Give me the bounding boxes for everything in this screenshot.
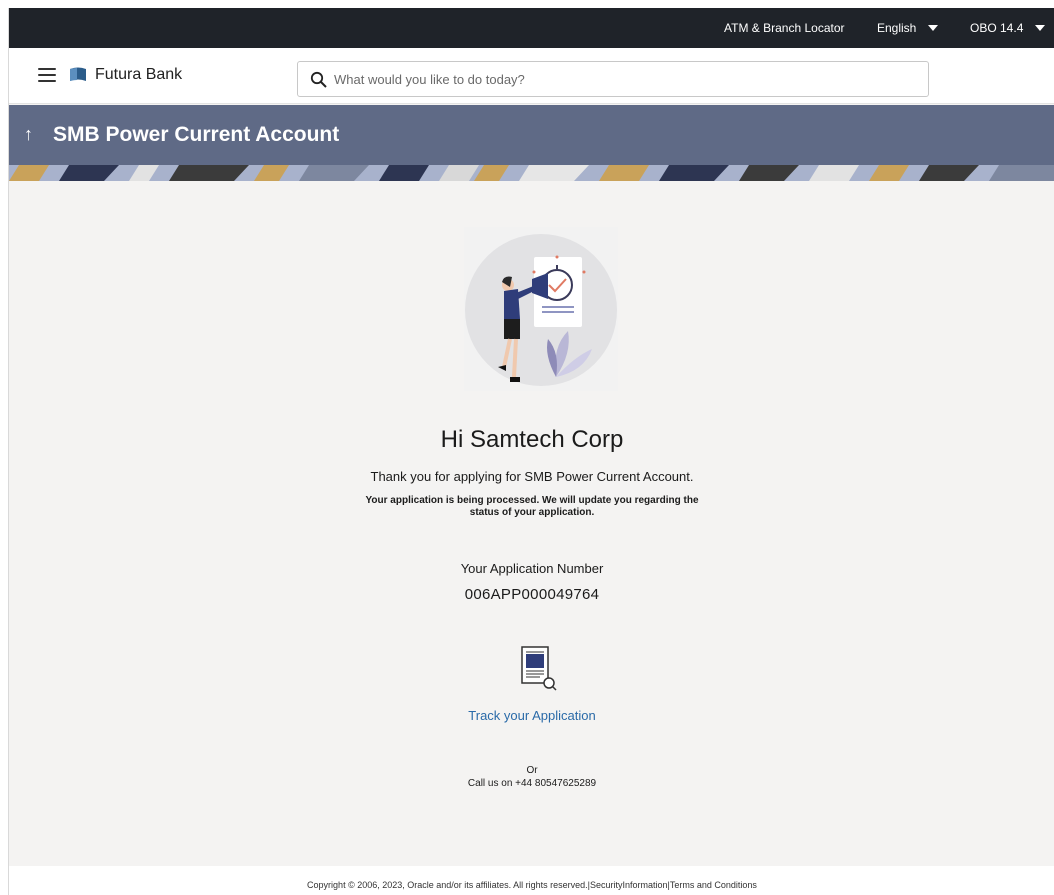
bank-logo-icon bbox=[70, 67, 86, 81]
chevron-down-icon bbox=[1035, 24, 1046, 31]
terms-and-conditions-link[interactable]: Terms and Conditions bbox=[670, 880, 757, 890]
app-frame: ATM & Branch Locator English OBO 14.4 Fu… bbox=[8, 8, 1054, 895]
search-icon bbox=[310, 71, 327, 88]
or-separator: Or bbox=[526, 765, 538, 776]
brand-name[interactable]: Futura Bank bbox=[95, 66, 182, 84]
language-label: English bbox=[877, 21, 917, 35]
back-arrow-icon[interactable]: ↑ bbox=[24, 124, 33, 145]
search-box[interactable] bbox=[297, 61, 929, 97]
thank-you-message: Thank you for applying for SMB Power Cur… bbox=[370, 469, 694, 484]
search-input[interactable] bbox=[334, 68, 914, 90]
processing-line-1: Your application is being processed. We … bbox=[365, 495, 699, 506]
application-number-value: 006APP000049764 bbox=[464, 586, 600, 603]
version-label: OBO 14.4 bbox=[970, 21, 1024, 35]
security-information-link[interactable]: SecurityInformation bbox=[590, 880, 668, 890]
top-bar: ATM & Branch Locator English OBO 14.4 bbox=[9, 8, 1054, 48]
footer: Copyright © 2006, 2023, Oracle and/or it… bbox=[9, 866, 1054, 895]
document-search-icon[interactable] bbox=[516, 645, 558, 693]
processing-message: Your application is being processed. We … bbox=[349, 495, 715, 519]
application-submitted-illustration bbox=[464, 227, 618, 391]
processing-line-2: status of your application. bbox=[469, 507, 595, 518]
page-title-band: ↑ SMB Power Current Account bbox=[9, 105, 1054, 165]
track-application-link[interactable]: Track your Application bbox=[9, 708, 1054, 723]
app-header: Futura Bank bbox=[9, 48, 1054, 104]
page-title: SMB Power Current Account bbox=[53, 123, 340, 146]
call-us-text: Call us on +44 80547625289 bbox=[467, 778, 597, 789]
chevron-down-icon bbox=[928, 24, 939, 31]
copyright-text: Copyright © 2006, 2023, Oracle and/or it… bbox=[307, 880, 590, 890]
greeting-heading: Hi Samtech Corp bbox=[440, 426, 624, 453]
decorative-banner bbox=[9, 165, 1054, 181]
menu-icon[interactable] bbox=[38, 68, 56, 82]
version-select[interactable]: OBO 14.4 bbox=[970, 21, 1046, 35]
application-number-label: Your Application Number bbox=[460, 561, 604, 576]
language-select[interactable]: English bbox=[877, 21, 939, 35]
atm-branch-locator-link[interactable]: ATM & Branch Locator bbox=[724, 21, 845, 35]
